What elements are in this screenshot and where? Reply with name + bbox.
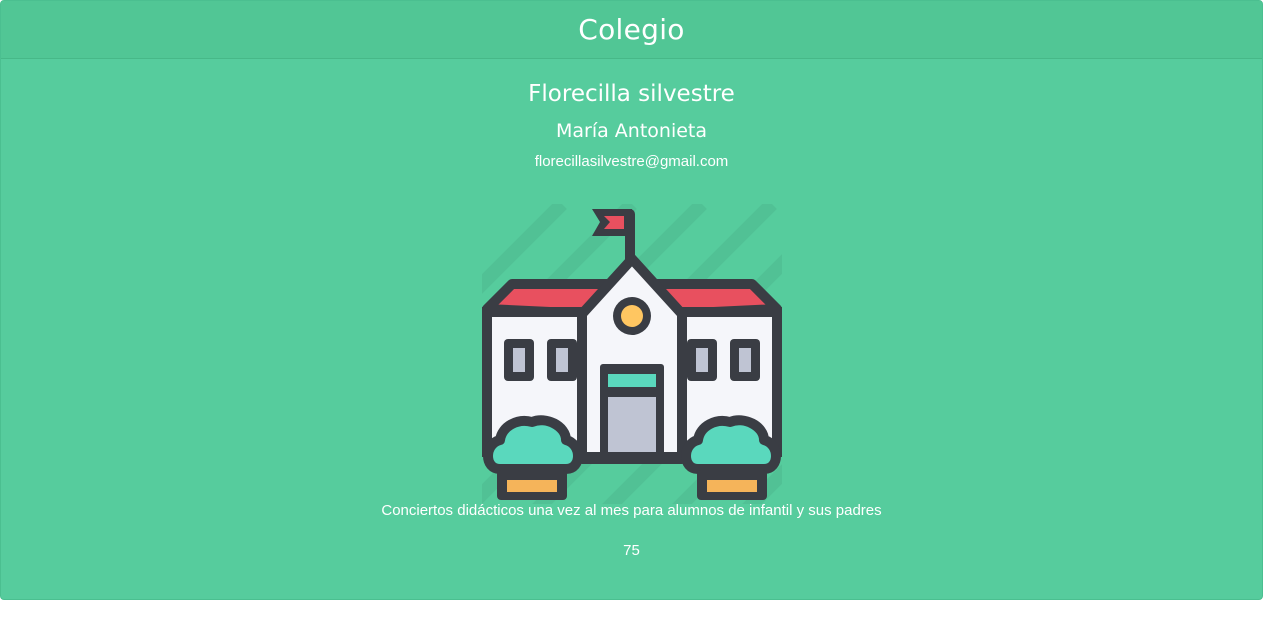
description-text: Conciertos didácticos una vez al mes par… [381,502,882,519]
clock [612,297,651,335]
contact-name: María Antonieta [555,120,708,142]
school-card: Colegio Florecilla silvestre María Anton… [0,0,1263,600]
door [599,364,664,459]
left-bush [482,415,583,500]
flag [591,209,635,264]
school-building-icon [481,204,782,504]
school-name: Florecilla silvestre [528,81,735,107]
right-bush [680,415,781,500]
card-body: Florecilla silvestre María Antonieta flo… [1,80,1262,561]
card-title: Colegio [578,13,685,46]
card-header: Colegio [1,1,1262,59]
count-text: 75 [623,542,640,559]
email-text: florecillasilvestre@gmail.com [534,153,729,170]
